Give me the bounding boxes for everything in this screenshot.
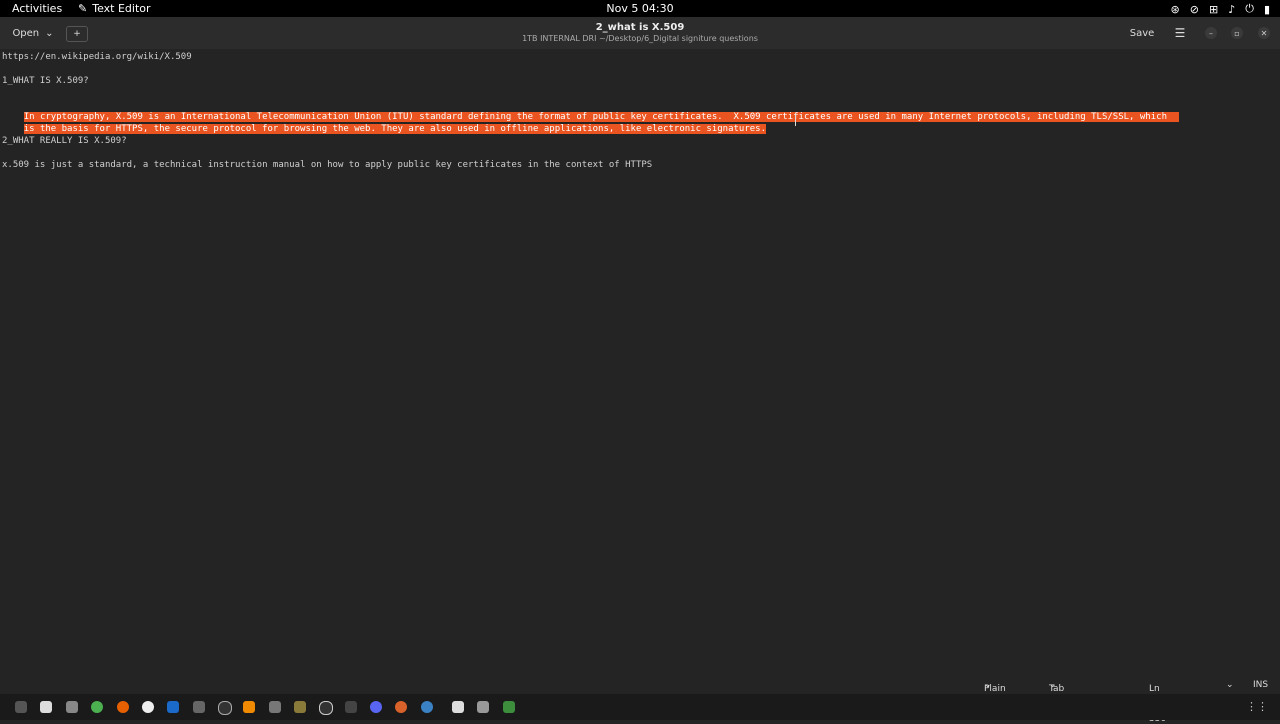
steam-tray-icon[interactable]: ⊛ — [1171, 3, 1180, 16]
clock[interactable]: Nov 5 04:30 — [606, 2, 673, 15]
maximize-icon[interactable]: ▫ — [1231, 27, 1243, 39]
app-grid-icon[interactable]: ⋮⋮ — [1246, 700, 1268, 713]
vlc-icon[interactable] — [243, 701, 255, 713]
chat-icon[interactable] — [370, 701, 382, 713]
new-tab-button[interactable]: + — [66, 26, 88, 42]
text-line: https://en.wikipedia.org/wiki/X.509 — [2, 52, 192, 62]
app-name: Text Editor — [92, 2, 151, 15]
open-label: Open — [12, 27, 40, 39]
insert-mode[interactable]: INS — [1253, 680, 1268, 690]
document-title: 2_what is X.509 — [595, 22, 685, 33]
dock: ⋮⋮ — [0, 694, 1280, 720]
sheet-icon[interactable] — [503, 701, 515, 713]
chevron-down-icon: ⌄ — [45, 27, 54, 39]
status-bar: Plain Text ⌄ Tab Width: 8 ⌄ Ln 5, Col 35… — [984, 680, 1269, 724]
text-line: x.509 is just a standard, a technical in… — [2, 160, 653, 170]
network-icon[interactable]: ⊞ — [1209, 3, 1218, 16]
app2-icon[interactable] — [193, 701, 205, 713]
firefox-icon[interactable] — [117, 701, 129, 713]
sync-icon[interactable]: ⊘ — [1190, 3, 1199, 16]
text-line: 2_WHAT REALLY IS X.509? — [2, 136, 127, 146]
app5-icon[interactable] — [294, 701, 306, 713]
app7-icon[interactable] — [345, 701, 357, 713]
minimize-icon[interactable]: – — [1205, 27, 1217, 39]
chrome-icon[interactable] — [91, 701, 103, 713]
battery-icon[interactable]: ▮ — [1264, 3, 1270, 16]
language-selector[interactable]: Plain Text ⌄ — [984, 680, 1006, 704]
pencil-icon: ✎ — [78, 2, 88, 15]
app3-icon[interactable] — [218, 701, 232, 715]
text-line: 1_WHAT IS X.509? — [2, 76, 89, 86]
steam-icon[interactable] — [167, 701, 179, 713]
activities-button[interactable]: Activities — [12, 2, 62, 15]
files-icon[interactable] — [66, 701, 78, 713]
app4-icon[interactable] — [269, 701, 281, 713]
tab-width-selector[interactable]: Tab Width: 8 ⌄ — [1049, 680, 1078, 714]
editor-icon[interactable] — [452, 701, 464, 713]
app-icon[interactable] — [142, 701, 154, 713]
app6-icon[interactable] — [319, 701, 333, 715]
document-path: 1TB INTERNAL DRI ~/Desktop/6_Digital sig… — [522, 34, 758, 43]
chevron-down-icon[interactable]: ⌄ — [1226, 680, 1234, 690]
doc-icon[interactable] — [477, 701, 489, 713]
power-icon[interactable]: ⏻ — [1245, 2, 1254, 16]
system-tray[interactable]: ⊛ ⊘ ⊞ ♪ ⏻ ▮ — [1171, 2, 1270, 16]
new-tab-icon: + — [73, 29, 81, 39]
hamburger-menu-button[interactable]: ☰ — [1170, 23, 1190, 43]
app9-icon[interactable] — [421, 701, 433, 713]
top-bar: Activities ✎ Text Editor Nov 5 04:30 ⊛ ⊘… — [0, 0, 1280, 17]
open-button[interactable]: Open ⌄ — [8, 23, 58, 43]
save-button[interactable]: Save — [1124, 23, 1160, 43]
volume-icon[interactable]: ♪ — [1228, 3, 1235, 16]
app8-icon[interactable] — [395, 701, 407, 713]
app-menu[interactable]: ✎ Text Editor — [78, 2, 151, 15]
close-icon[interactable]: ✕ — [1258, 27, 1270, 39]
text-icon[interactable] — [40, 701, 52, 713]
terminal-icon[interactable] — [15, 701, 27, 713]
header-bar: Open ⌄ + 2_what is X.509 1TB INTERNAL DR… — [0, 17, 1280, 49]
text-cursor — [795, 114, 799, 126]
selected-text: is the basis for HTTPS, the secure proto… — [23, 124, 767, 134]
text-editor-area[interactable]: https://en.wikipedia.org/wiki/X.509 1_WH… — [0, 49, 1280, 674]
